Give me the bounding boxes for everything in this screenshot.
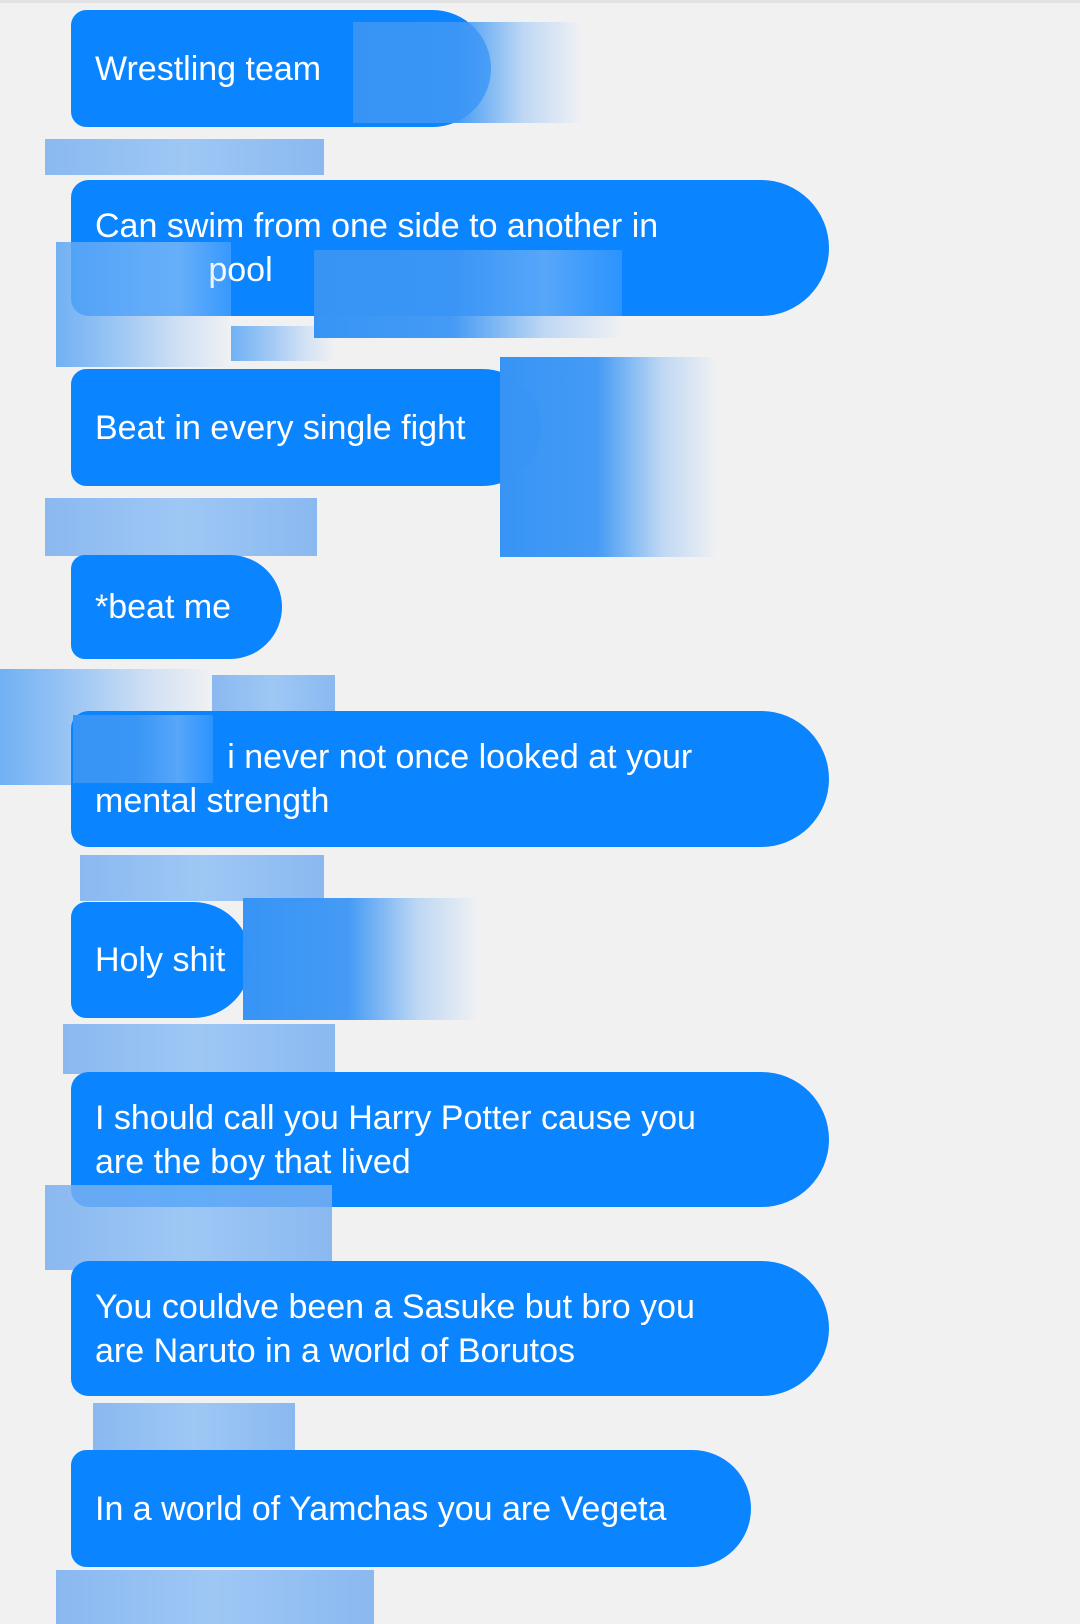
redacted-timestamp	[56, 1570, 374, 1624]
message-bubble[interactable]: *beat me	[71, 555, 282, 659]
message-thread[interactable]: Wrestling team Can swim from one side to…	[0, 0, 1080, 1624]
message-bubble[interactable]: i never not once looked at your mental s…	[71, 711, 829, 847]
message-bubble[interactable]: In a world of Yamchas you are Vegeta	[71, 1450, 751, 1567]
message-bubble[interactable]: I should call you Harry Potter cause you…	[71, 1072, 829, 1207]
message-text: i never not once looked at your mental s…	[95, 738, 693, 820]
redaction-block	[243, 898, 477, 1020]
redacted-timestamp	[63, 1024, 335, 1074]
message-bubble[interactable]: Wrestling team	[71, 10, 491, 127]
redacted-timestamp	[80, 855, 324, 901]
redaction-block	[231, 326, 334, 361]
message-text: Holy shit	[95, 941, 226, 979]
message-text: *beat me	[95, 588, 232, 626]
redacted-timestamp	[93, 1403, 295, 1455]
message-bubble[interactable]: Holy shit	[71, 902, 251, 1018]
message-bubble[interactable]: You couldve been a Sasuke but bro you ar…	[71, 1261, 829, 1396]
message-bubble[interactable]: Beat in every single fight	[71, 369, 541, 486]
message-text: Wrestling team	[95, 49, 322, 88]
redacted-timestamp	[45, 139, 324, 175]
redacted-timestamp	[45, 498, 317, 556]
message-text: Beat in every single fight	[95, 408, 466, 447]
message-text: In a world of Yamchas you are Vegeta	[95, 1489, 667, 1528]
message-text: Can swim from one side to another in poo…	[95, 207, 659, 289]
message-text: You couldve been a Sasuke but bro you ar…	[95, 1287, 695, 1370]
message-bubble[interactable]: Can swim from one side to another in poo…	[71, 180, 829, 316]
message-text: I should call you Harry Potter cause you…	[95, 1098, 696, 1181]
